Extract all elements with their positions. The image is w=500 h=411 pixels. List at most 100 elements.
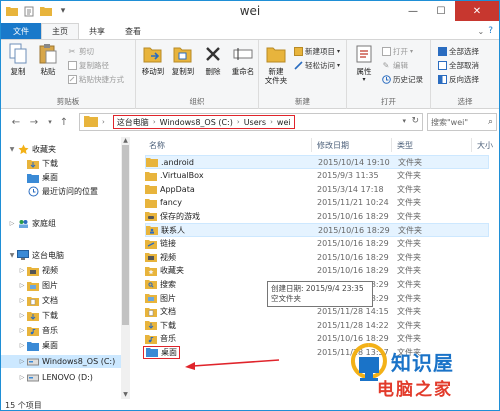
tab-share[interactable]: 共享 [79,23,115,39]
maximize-button[interactable]: ☐ [427,1,455,21]
nav-scrollbar[interactable]: ▲ ▼ [121,137,130,399]
properties-button[interactable]: 属性 ▾ [349,43,379,83]
copy-button[interactable]: 复制 [3,43,33,76]
column-header-size[interactable]: 大小 [477,137,493,153]
easy-access-button[interactable]: 轻松访问 ▾ [293,60,340,71]
folder-icon [145,170,157,181]
chevron-right-icon[interactable]: ▷ [17,374,27,381]
nav-item[interactable]: 下载 [1,157,119,170]
new-folder-button[interactable]: 新建 文件夹 [261,43,291,85]
nav-item[interactable]: 桌面 [1,171,119,184]
tab-view[interactable]: 查看 [115,23,151,39]
nav-item[interactable]: 最近访问的位置 [1,185,119,198]
back-button[interactable]: ← [9,115,23,129]
file-row[interactable]: .android 2015/10/14 19:10 文件夹 [145,155,489,169]
desktop-folder-icon [27,172,39,184]
chevron-down-icon[interactable]: ▼ [7,146,17,153]
file-row[interactable]: 下载 2015/11/28 14:22 文件夹 [145,318,489,332]
nav-item[interactable]: ▼ 收藏夹 [1,143,119,156]
select-none-button[interactable]: 全部取消 [437,60,479,71]
nav-item[interactable]: ▷ Windows8_OS (C:) [1,355,121,368]
chevron-down-icon[interactable]: ⌄ [478,27,485,36]
nav-item[interactable]: ▼ 这台电脑 [1,249,119,262]
chevron-right-icon[interactable]: ▷ [17,282,27,289]
edit-button[interactable]: ✎ 编辑 [381,60,408,71]
file-row[interactable]: .VirtualBox 2015/9/3 11:35 文件夹 [145,169,489,183]
chevron-right-icon[interactable]: ▷ [17,312,27,319]
file-row[interactable]: 收藏夹 2015/10/16 18:29 文件夹 [145,264,489,278]
breadcrumb-users[interactable]: Users [244,118,266,127]
file-row[interactable]: 视频 2015/10/16 18:29 文件夹 [145,250,489,264]
chevron-right-icon[interactable]: ▷ [17,267,27,274]
clipboard-group: 复制 粘贴 ✂ 剪切 复制路径 粘贴快捷方式 剪贴板 [1,40,136,109]
delete-button[interactable]: 删除 [198,43,228,76]
nav-item-label: 家庭组 [32,219,56,228]
history-button[interactable]: 历史记录 [381,74,423,85]
move-to-button[interactable]: 移动到 [138,43,168,76]
chevron-right-icon[interactable]: ▷ [17,342,27,349]
file-row[interactable]: fancy 2015/11/21 10:24 文件夹 [145,196,489,210]
nav-item[interactable]: ▷ 桌面 [1,339,119,352]
chevron-down-icon[interactable]: ▼ [7,252,17,259]
close-button[interactable]: ✕ [455,1,499,21]
nav-item[interactable]: ▷ 音乐 [1,324,119,337]
file-name: 联系人 [161,225,185,235]
paste-button[interactable]: 粘贴 [33,43,63,76]
column-header-type[interactable]: 类型 [397,137,413,153]
file-name-cell: .VirtualBox [145,170,204,181]
search-input[interactable]: 搜索"wei" ⌕ [427,113,497,131]
breadcrumb-separator-icon[interactable]: › [266,118,277,126]
file-row[interactable]: AppData 2015/3/14 17:18 文件夹 [145,182,489,196]
nav-item[interactable]: ▷ 图片 [1,279,119,292]
copy-path-button[interactable]: 复制路径 [67,60,109,71]
chevron-right-icon[interactable]: ▷ [17,358,27,365]
column-divider[interactable] [391,138,392,152]
forward-button[interactable]: → [27,115,41,129]
column-divider[interactable] [311,138,312,152]
nav-item-label: 视频 [42,266,58,275]
address-bar[interactable]: › 这台电脑 › Windows8_OS (C:) › Users › wei … [79,113,423,131]
copy-to-button[interactable]: 复制到 [168,43,198,76]
chevron-right-icon[interactable]: ▷ [7,220,17,227]
nav-item[interactable]: ▷ 视频 [1,264,119,277]
chevron-down-icon[interactable]: ▾ [402,117,406,125]
breadcrumb-separator-icon[interactable]: › [233,118,244,126]
breadcrumb-separator-icon: › [102,118,105,126]
refresh-icon[interactable]: ↻ [411,116,419,126]
scroll-up-icon[interactable]: ▲ [121,137,130,145]
column-header-name[interactable]: 名称 [149,137,165,153]
rename-button[interactable]: 重命名 [228,43,258,76]
column-header-date[interactable]: 修改日期 [317,137,349,153]
file-name: 收藏夹 [160,266,184,276]
breadcrumb-c-drive[interactable]: Windows8_OS (C:) [160,118,233,127]
tab-file[interactable]: 文件 [1,23,41,39]
up-button[interactable]: ↑ [57,115,71,129]
tab-home[interactable]: 主页 [41,23,79,39]
breadcrumb-wei[interactable]: wei [277,118,291,127]
paste-shortcut-button[interactable]: 粘贴快捷方式 [67,74,124,85]
open-button[interactable]: 打开 ▾ [381,46,413,57]
nav-item[interactable]: ▷ 文档 [1,294,119,307]
chevron-right-icon[interactable]: ▷ [17,327,27,334]
chevron-right-icon[interactable]: ▷ [17,297,27,304]
select-group: 全部选择 全部取消 反向选择 选择 [431,40,499,109]
nav-item[interactable]: ▷ 家庭组 [1,217,119,230]
breadcrumb-separator-icon[interactable]: › [149,118,160,126]
file-row[interactable]: 链接 2015/10/16 18:29 文件夹 [145,237,489,251]
scrollbar-thumb[interactable] [122,145,129,325]
recent-locations-button[interactable]: ▾ [43,115,57,129]
select-all-button[interactable]: 全部选择 [437,46,479,57]
column-divider[interactable] [471,138,472,152]
new-item-button[interactable]: 新建项目 ▾ [293,46,340,57]
file-row[interactable]: 联系人 2015/10/16 18:29 文件夹 [145,223,489,237]
minimize-button[interactable]: — [399,1,427,21]
cut-button[interactable]: ✂ 剪切 [67,46,94,57]
invert-selection-button[interactable]: 反向选择 [437,74,479,85]
scroll-down-icon[interactable]: ▼ [121,391,130,399]
file-date: 2015/10/14 19:10 [318,157,390,167]
nav-item[interactable]: ▷ LENOVO (D:) [1,371,119,384]
file-row[interactable]: 保存的游戏 2015/10/16 18:29 文件夹 [145,209,489,223]
breadcrumb-this-pc[interactable]: 这台电脑 [117,117,149,128]
nav-item[interactable]: ▷ 下载 [1,309,119,322]
help-icon[interactable]: ? [488,26,493,36]
